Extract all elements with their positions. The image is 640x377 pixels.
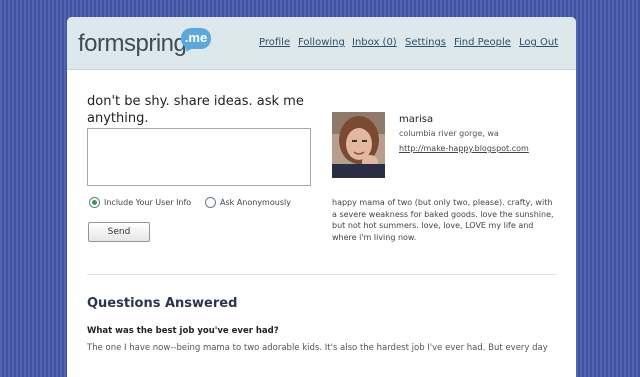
nav-find-people[interactable]: Find People — [454, 37, 511, 48]
profile-location: columbia river gorge, wa — [399, 129, 499, 138]
questions-answered-heading: Questions Answered — [87, 296, 238, 311]
avatar — [332, 112, 385, 178]
nav-log-out[interactable]: Log Out — [519, 37, 558, 48]
question-input[interactable] — [87, 128, 311, 186]
ask-anonymously-option[interactable]: Ask Anonymously — [205, 197, 315, 211]
answered-question[interactable]: What was the best job you've ever had? — [87, 326, 279, 336]
nav-inbox[interactable]: Inbox (0) — [352, 37, 397, 48]
answered-answer: The one I have now--being mama to two ad… — [87, 343, 548, 353]
site-header: formspring .me Profile Following Inbox (… — [67, 17, 576, 70]
profile-website-link[interactable]: http://make-happy.blogspot.com — [399, 144, 529, 153]
section-divider — [87, 274, 557, 275]
ask-anonymously-label: Ask Anonymously — [220, 198, 291, 207]
send-button[interactable]: Send — [88, 222, 150, 242]
profile-name: marisa — [399, 114, 434, 125]
nav-settings[interactable]: Settings — [405, 37, 446, 48]
avatar-photo — [332, 112, 385, 178]
ask-prompt: don't be shy. share ideas. ask me anythi… — [87, 94, 304, 126]
main-panel: formspring .me Profile Following Inbox (… — [67, 17, 576, 377]
include-user-info-label: Include Your User Info — [104, 198, 192, 207]
top-nav: Profile Following Inbox (0) Settings Fin… — [67, 37, 576, 53]
include-user-info-radio[interactable] — [89, 197, 100, 208]
nav-following[interactable]: Following — [298, 37, 345, 48]
nav-profile[interactable]: Profile — [259, 37, 290, 48]
profile-bio: happy mama of two (but only two, please)… — [332, 198, 554, 242]
ask-anonymously-radio[interactable] — [205, 197, 216, 208]
